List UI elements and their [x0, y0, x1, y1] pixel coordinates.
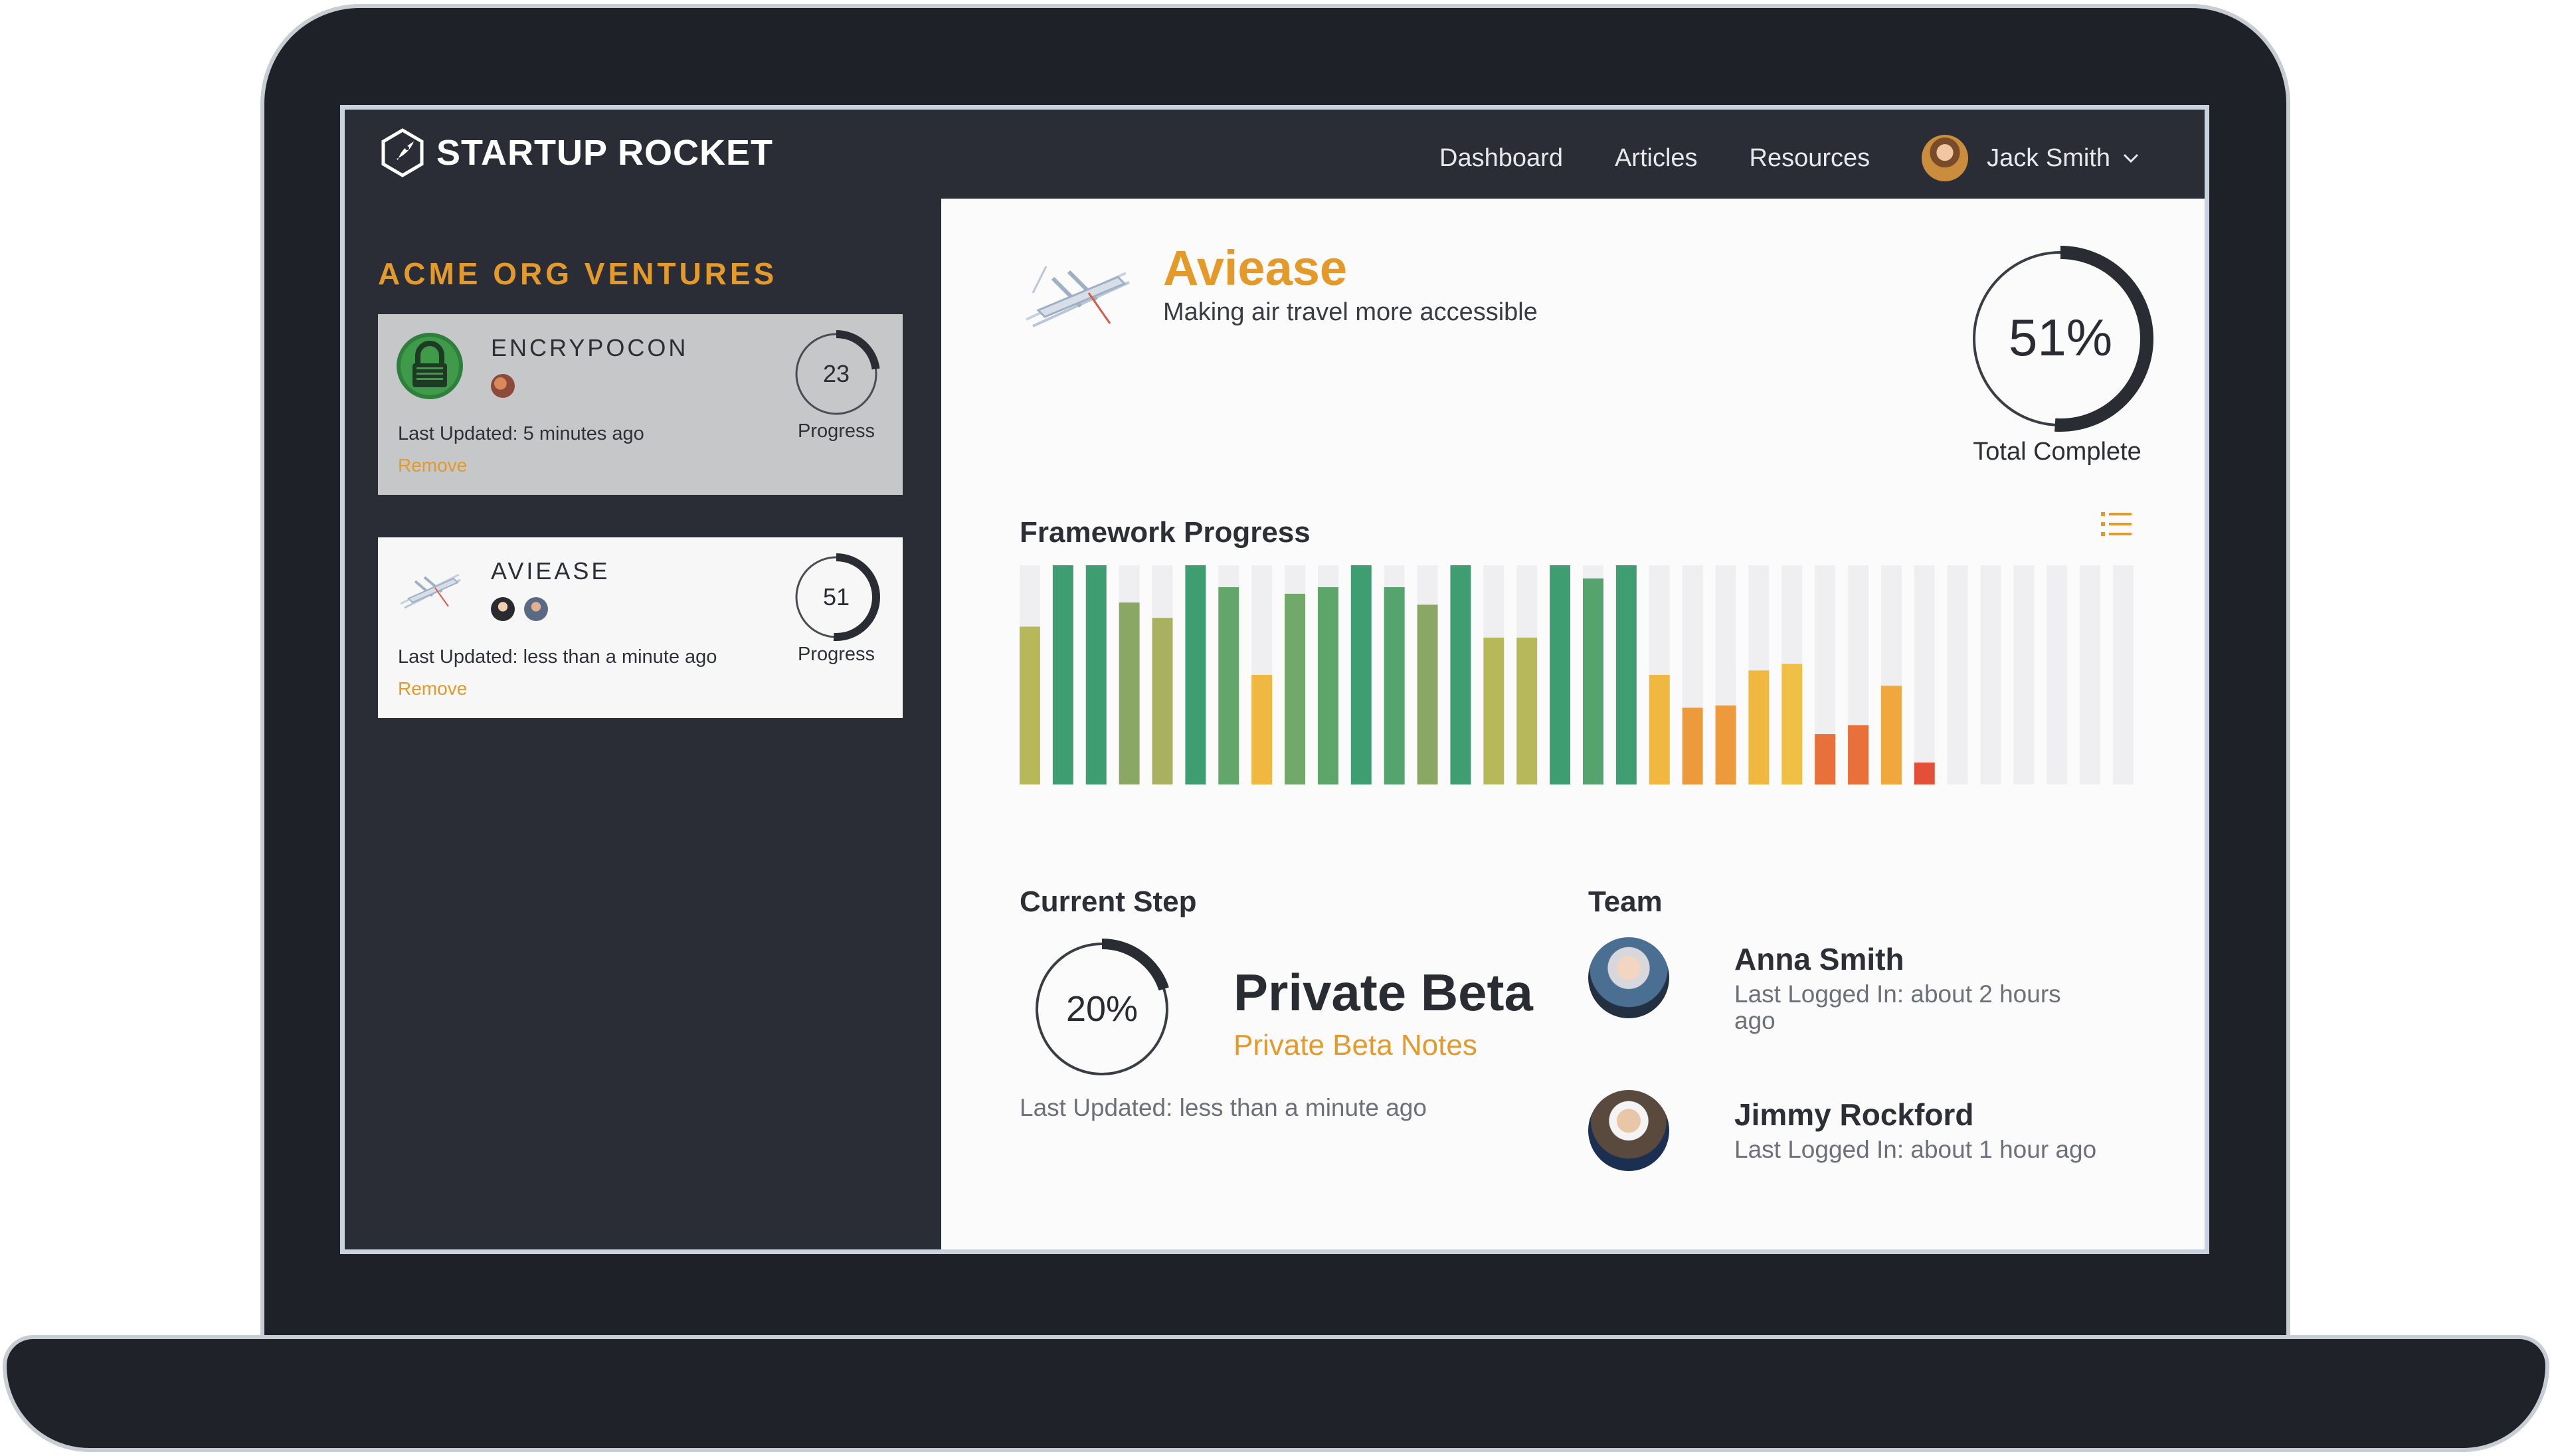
framework-bar[interactable]: [1417, 604, 1438, 784]
total-progress-ring: 51%: [1967, 246, 2153, 432]
framework-bar[interactable]: [1052, 565, 1073, 784]
user-avatar: [1922, 135, 1969, 181]
nav-resources-link[interactable]: Resources: [1750, 144, 1870, 173]
framework-bar-track: [2013, 565, 2035, 784]
user-menu[interactable]: Jack Smith: [1922, 135, 2141, 181]
framework-bar[interactable]: [1880, 685, 1902, 785]
team-member-last-login: Last Logged In: about 2 hours ago: [1734, 980, 2061, 1034]
current-step-name: Private Beta: [1233, 963, 1533, 1022]
framework-bar[interactable]: [1550, 565, 1571, 784]
avatar[interactable]: [1588, 937, 1669, 1018]
current-step-ring: 20%: [1032, 939, 1172, 1079]
framework-bar[interactable]: [1583, 578, 1603, 784]
venture-tagline: Making air travel more accessible: [1163, 298, 1538, 326]
framework-bar-track: [2113, 565, 2134, 784]
framework-bar[interactable]: [1682, 707, 1703, 785]
framework-progress-bars: [1020, 565, 2134, 785]
current-step-percent: 20%: [1066, 989, 1138, 1029]
card-progress-value: 23: [823, 360, 850, 387]
framework-bar-track: [2047, 565, 2068, 784]
framework-bar[interactable]: [1615, 565, 1637, 784]
app-screen: STARTUP ROCKET Dashboard Articles Resour…: [340, 105, 2209, 1254]
brand-name: STARTUP ROCKET: [436, 133, 774, 173]
team-member-name[interactable]: Anna Smith: [1734, 941, 1904, 977]
framework-bar[interactable]: [1085, 565, 1107, 784]
framework-bar[interactable]: [1516, 637, 1538, 784]
framework-bar[interactable]: [1384, 587, 1405, 784]
framework-bar-track: [2080, 565, 2101, 784]
card-avatars: [491, 374, 524, 398]
framework-bar[interactable]: [1450, 565, 1471, 784]
venture-card-name: AVIEASE: [491, 557, 610, 585]
avatar[interactable]: [1588, 1090, 1669, 1171]
framework-bar[interactable]: [1185, 565, 1206, 784]
card-last-updated: Last Updated: 5 minutes ago: [398, 423, 644, 444]
framework-bar[interactable]: [1483, 637, 1504, 784]
framework-bar[interactable]: [1350, 565, 1372, 784]
framework-bar[interactable]: [1317, 587, 1338, 784]
current-step-title: Current Step: [1020, 885, 1197, 918]
avatar: [491, 597, 515, 621]
team-title: Team: [1588, 885, 1663, 918]
framework-bar-track: [1980, 565, 2001, 784]
framework-bar[interactable]: [1914, 763, 1935, 784]
framework-progress-title: Framework Progress: [1020, 516, 1311, 549]
avatar: [524, 597, 548, 621]
card-last-updated: Last Updated: less than a minute ago: [398, 646, 717, 668]
org-title: ACME ORG VENTURES: [378, 256, 778, 291]
airplane-icon: [1026, 266, 1130, 327]
framework-bar-track: [1914, 565, 1935, 784]
airplane-icon: [400, 573, 461, 609]
user-name: Jack Smith: [1987, 143, 2110, 172]
card-avatars: [491, 597, 557, 621]
current-step-updated: Last Updated: less than a minute ago: [1020, 1094, 1427, 1121]
list-icon[interactable]: [2101, 511, 2132, 537]
venture-detail-panel: Aviease Making air travel more accessibl…: [941, 199, 2205, 1249]
framework-bar[interactable]: [1815, 734, 1836, 784]
remove-link[interactable]: Remove: [398, 678, 467, 699]
lock-icon: [397, 333, 463, 399]
framework-bar[interactable]: [1020, 626, 1040, 784]
card-progress-ring: 23: [792, 330, 880, 418]
card-progress-ring: 51: [792, 553, 880, 641]
venture-name: Aviease: [1163, 240, 1348, 296]
total-complete-label: Total Complete: [1973, 438, 2142, 466]
framework-bar[interactable]: [1218, 587, 1239, 784]
venture-card-encrypocon[interactable]: ENCRYPOCON Last Updated: 5 minutes ago R…: [378, 314, 903, 495]
sidebar: ACME ORG VENTURES ENCRYPOCON Last Update…: [345, 199, 940, 1249]
venture-card-aviease[interactable]: AVIEASE Last Updated: less than a minute…: [378, 537, 903, 718]
remove-link[interactable]: Remove: [398, 455, 467, 476]
top-navigation: STARTUP ROCKET Dashboard Articles Resour…: [345, 110, 2205, 199]
card-progress-value: 51: [823, 583, 850, 610]
framework-bar[interactable]: [1748, 670, 1770, 784]
brand[interactable]: STARTUP ROCKET: [378, 128, 773, 177]
framework-bar[interactable]: [1119, 602, 1140, 784]
framework-bar[interactable]: [1285, 593, 1305, 784]
team-member-name[interactable]: Jimmy Rockford: [1734, 1097, 1973, 1133]
framework-bar[interactable]: [1781, 664, 1803, 785]
card-progress-label: Progress: [797, 644, 875, 665]
chevron-down-icon: [2123, 153, 2139, 163]
avatar: [491, 374, 515, 398]
laptop-base: [3, 1335, 2549, 1452]
framework-bar[interactable]: [1848, 725, 1868, 784]
step-notes-link[interactable]: Private Beta Notes: [1233, 1029, 1477, 1062]
nav-links: Dashboard Articles Resources Jack Smith: [1388, 135, 2141, 181]
framework-bar[interactable]: [1649, 675, 1670, 784]
rocket-logo-icon: [381, 128, 424, 177]
card-progress-label: Progress: [797, 420, 875, 442]
venture-card-name: ENCRYPOCON: [491, 334, 689, 361]
framework-bar[interactable]: [1715, 705, 1736, 784]
nav-articles-link[interactable]: Articles: [1615, 144, 1698, 173]
total-progress-value: 51%: [2009, 308, 2112, 367]
framework-bar[interactable]: [1152, 618, 1173, 784]
framework-bar[interactable]: [1251, 675, 1273, 784]
framework-bar-track: [1947, 565, 1968, 784]
nav-dashboard-link[interactable]: Dashboard: [1439, 144, 1563, 173]
team-member-last-login: Last Logged In: about 1 hour ago: [1734, 1136, 2097, 1163]
